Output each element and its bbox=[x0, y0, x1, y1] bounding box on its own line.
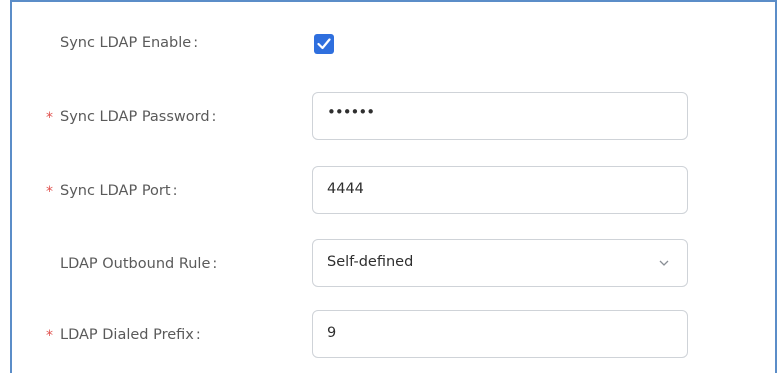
label-text: LDAP Dialed Prefix bbox=[60, 327, 194, 343]
selected-value: Self-defined bbox=[327, 254, 414, 270]
required-mark: * bbox=[46, 328, 53, 344]
ldap-outbound-rule-label: LDAP Outbound Rule: bbox=[60, 239, 217, 289]
label-text: LDAP Outbound Rule bbox=[60, 256, 211, 272]
label-colon: : bbox=[193, 35, 199, 51]
prefix-value: 9 bbox=[327, 325, 337, 341]
sync-ldap-enable-checkbox[interactable] bbox=[314, 34, 334, 54]
ldap-dialed-prefix-label: * LDAP Dialed Prefix: bbox=[46, 310, 201, 360]
sync-ldap-port-label: * Sync LDAP Port: bbox=[46, 166, 177, 216]
required-mark: * bbox=[46, 184, 53, 200]
chevron-down-icon bbox=[659, 240, 669, 285]
sync-ldap-port-row: * Sync LDAP Port: 4444 bbox=[12, 166, 775, 216]
sync-ldap-port-field[interactable]: 4444 bbox=[312, 166, 688, 214]
sync-ldap-password-label: * Sync LDAP Password: bbox=[46, 92, 216, 142]
sync-ldap-enable-label: Sync LDAP Enable: bbox=[60, 18, 198, 68]
form-panel: Sync LDAP Enable: * Sync LDAP Password: •… bbox=[10, 0, 777, 373]
check-icon bbox=[317, 38, 331, 50]
ldap-dialed-prefix-field[interactable]: 9 bbox=[312, 310, 688, 358]
sync-ldap-password-field[interactable]: •••••• bbox=[312, 92, 688, 140]
label-colon: : bbox=[212, 256, 218, 272]
label-text: Sync LDAP Enable bbox=[60, 35, 192, 51]
sync-ldap-enable-row: Sync LDAP Enable: bbox=[12, 18, 775, 68]
ldap-outbound-rule-select[interactable]: Self-defined bbox=[312, 239, 688, 287]
sync-ldap-password-row: * Sync LDAP Password: •••••• bbox=[12, 92, 775, 142]
label-colon: : bbox=[172, 183, 178, 199]
password-value: •••••• bbox=[327, 103, 375, 121]
ldap-dialed-prefix-row: * LDAP Dialed Prefix: 9 bbox=[12, 310, 775, 360]
ldap-outbound-rule-row: LDAP Outbound Rule: Self-defined bbox=[12, 239, 775, 289]
label-text: Sync LDAP Port bbox=[60, 183, 171, 199]
port-value: 4444 bbox=[327, 181, 364, 197]
label-text: Sync LDAP Password bbox=[60, 109, 210, 125]
required-mark: * bbox=[46, 110, 53, 126]
label-colon: : bbox=[195, 327, 201, 343]
label-colon: : bbox=[211, 109, 217, 125]
